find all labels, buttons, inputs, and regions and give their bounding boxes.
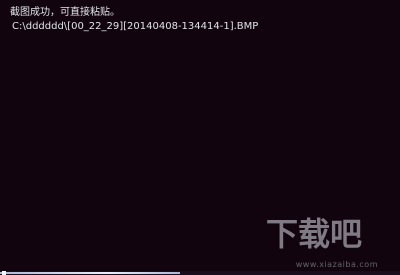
watermark-logo-text: 下载吧 bbox=[266, 215, 362, 253]
console-output: 截图成功，可直接粘贴。 C:\dddddd\[00_22_29][2014040… bbox=[10, 6, 392, 34]
watermark-logo: 下载吧 bbox=[256, 211, 372, 255]
console-screen: 截图成功，可直接粘贴。 C:\dddddd\[00_22_29][2014040… bbox=[0, 0, 400, 275]
console-file-path-line: C:\dddddd\[00_22_29][20140408-134414-1].… bbox=[12, 21, 259, 32]
watermark-logo-icon: 下载吧 bbox=[266, 215, 362, 253]
progress-bar bbox=[0, 271, 400, 275]
console-message-line: 截图成功，可直接粘贴。 bbox=[10, 7, 120, 18]
progress-bar-start-marker bbox=[2, 271, 6, 275]
watermark-site: www.xiazaiba.com bbox=[295, 260, 378, 269]
progress-bar-fill bbox=[0, 272, 180, 274]
